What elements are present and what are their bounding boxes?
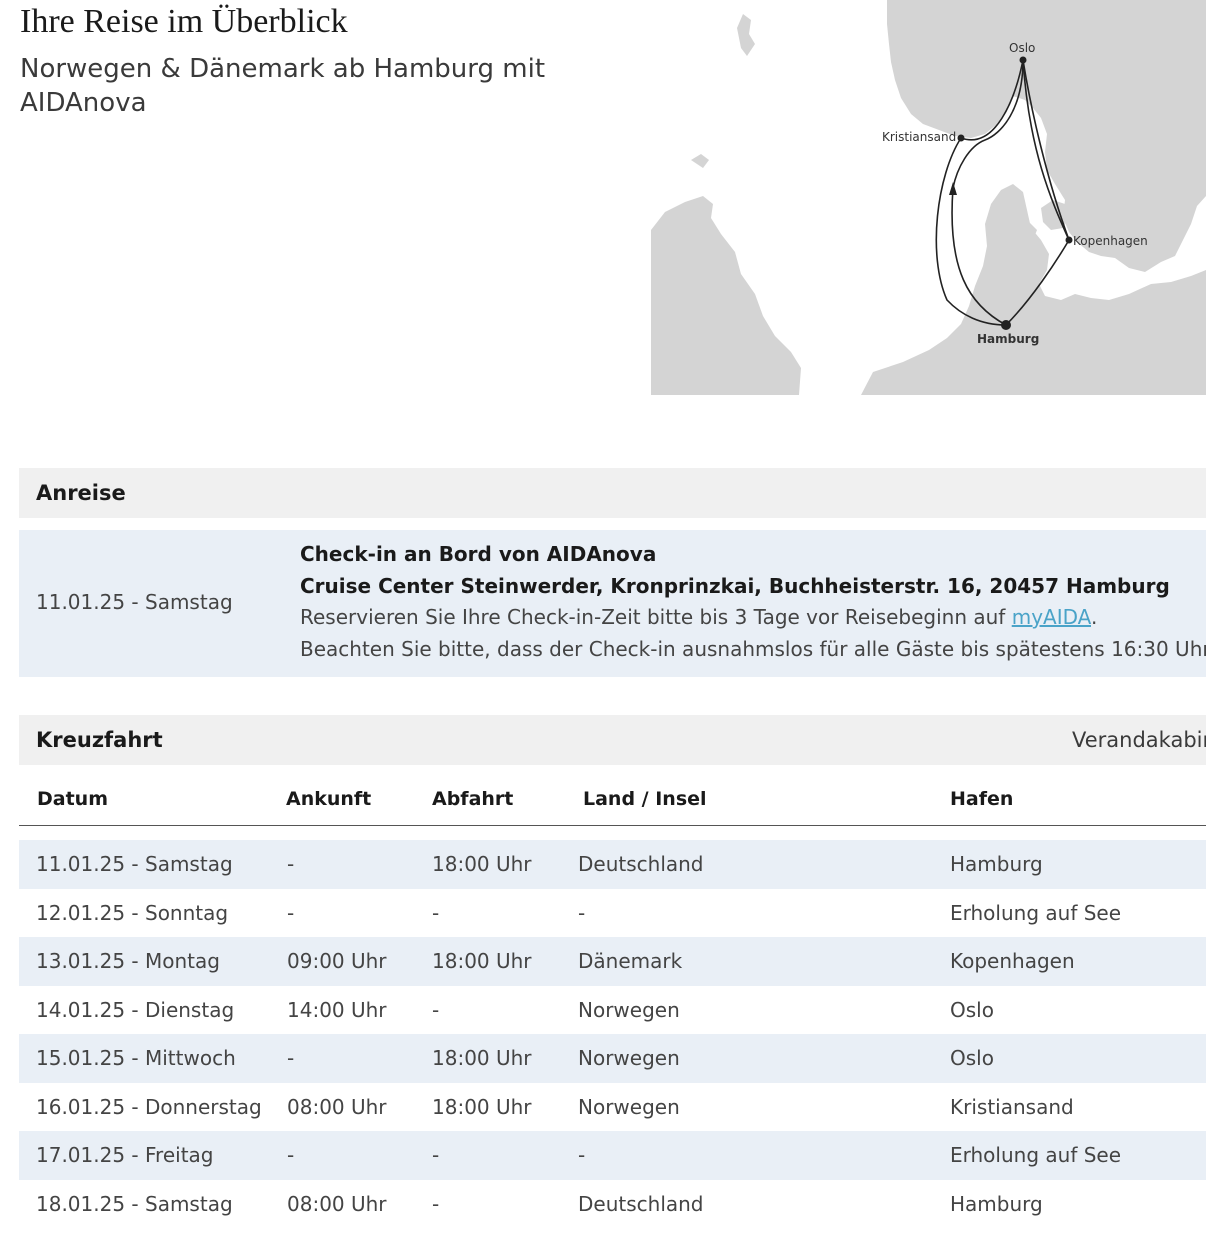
- cell-port: Oslo: [950, 997, 994, 1022]
- cell-port: Oslo: [950, 1046, 994, 1070]
- page-title: Ihre Reise im Überblick: [20, 3, 348, 40]
- table-row: 11.01.25 - Samstag - 18:00 Uhr Deutschla…: [19, 840, 1206, 889]
- port-label-kristiansand: Kristiansand: [882, 130, 956, 144]
- cell-country: Norwegen: [578, 1046, 680, 1070]
- cell-departure: 18:00 Uhr: [432, 1046, 532, 1070]
- cell-departure: -: [432, 997, 440, 1022]
- checkin-deadline-note: Beachten Sie bitte, dass der Check-in au…: [300, 636, 1206, 661]
- cell-country: Norwegen: [578, 1094, 680, 1119]
- anreise-info: Check-in an Bord von AIDAnova Cruise Cen…: [300, 539, 1206, 665]
- cell-country: Norwegen: [578, 997, 680, 1022]
- cell-date: 17.01.25 - Freitag: [36, 1143, 214, 1167]
- reservation-note-text: Reservieren Sie Ihre Check-in-Zeit bitte…: [300, 605, 1012, 629]
- table-row: 16.01.25 - Donnerstag 08:00 Uhr 18:00 Uh…: [19, 1083, 1206, 1132]
- anreise-heading: Anreise: [36, 481, 126, 505]
- cell-port: Hamburg: [950, 1191, 1043, 1216]
- cell-arrival: 09:00 Uhr: [287, 949, 387, 973]
- cell-arrival: 08:00 Uhr: [287, 1094, 387, 1119]
- kreuzfahrt-header: Kreuzfahrt Verandakabin: [19, 715, 1206, 765]
- cell-arrival: 08:00 Uhr: [287, 1191, 387, 1216]
- cell-port: Kristiansand: [950, 1094, 1074, 1119]
- table-row: 13.01.25 - Montag 09:00 Uhr 18:00 Uhr Dä…: [19, 937, 1206, 986]
- cell-date: 11.01.25 - Samstag: [36, 852, 233, 876]
- column-header-departure: Abfahrt: [432, 788, 514, 810]
- checkin-reservation-note: Reservieren Sie Ihre Check-in-Zeit bitte…: [300, 602, 1206, 634]
- port-marker-hamburg: [1001, 320, 1011, 330]
- cell-port: Erholung auf See: [950, 900, 1122, 925]
- itinerary-table-body: 11.01.25 - Samstag - 18:00 Uhr Deutschla…: [19, 840, 1206, 1228]
- cell-departure: -: [432, 1143, 440, 1167]
- column-header-date: Datum: [37, 788, 108, 810]
- column-header-country: Land / Insel: [583, 788, 707, 810]
- checkin-ship: Check-in an Bord von AIDAnova: [300, 542, 657, 566]
- table-row: 14.01.25 - Dienstag 14:00 Uhr - Norwegen…: [19, 986, 1206, 1035]
- checkin-address: Cruise Center Steinwerder, Kronprinzkai,…: [300, 573, 1170, 598]
- port-marker-kopenhagen: [1065, 236, 1073, 244]
- reservation-note-end: .: [1091, 605, 1098, 629]
- cell-country: -: [578, 1143, 586, 1167]
- cell-date: 14.01.25 - Dienstag: [36, 997, 235, 1022]
- anreise-header: Anreise: [19, 468, 1206, 518]
- cell-departure: -: [432, 1191, 440, 1216]
- table-row: 12.01.25 - Sonntag - - - Erholung auf Se…: [19, 889, 1206, 938]
- cell-arrival: -: [287, 900, 295, 925]
- cell-departure: 18:00 Uhr: [432, 1094, 532, 1119]
- cell-port: Erholung auf See: [950, 1143, 1122, 1167]
- cell-date: 15.01.25 - Mittwoch: [36, 1046, 236, 1070]
- route-map: Oslo Kristiansand Kopenhagen Hamburg: [651, 0, 1206, 395]
- cell-country: -: [578, 900, 586, 925]
- route-map-svg: Oslo Kristiansand Kopenhagen Hamburg: [651, 0, 1206, 395]
- cell-departure: -: [432, 900, 440, 925]
- cell-departure: 18:00 Uhr: [432, 852, 532, 876]
- cell-arrival: -: [287, 852, 295, 876]
- cell-date: 18.01.25 - Samstag: [36, 1191, 233, 1216]
- cell-port: Kopenhagen: [950, 949, 1075, 973]
- cell-country: Deutschland: [578, 1191, 704, 1216]
- page-subtitle: Norwegen & Dänemark ab Hamburg mit AIDAn…: [20, 54, 546, 118]
- myaida-link[interactable]: myAIDA: [1012, 605, 1091, 629]
- cabin-type: Verandakabin: [1072, 728, 1206, 752]
- anreise-row: 11.01.25 - Samstag Check-in an Bord von …: [19, 530, 1206, 677]
- table-row: 15.01.25 - Mittwoch - 18:00 Uhr Norwegen…: [19, 1034, 1206, 1083]
- port-label-oslo: Oslo: [1009, 41, 1035, 55]
- cell-country: Deutschland: [578, 852, 704, 876]
- cell-date: 12.01.25 - Sonntag: [36, 900, 229, 925]
- port-label-hamburg: Hamburg: [977, 332, 1039, 346]
- anreise-date: 11.01.25 - Samstag: [36, 590, 233, 614]
- port-label-kopenhagen: Kopenhagen: [1073, 234, 1148, 248]
- cell-departure: 18:00 Uhr: [432, 949, 532, 973]
- table-row: 18.01.25 - Samstag 08:00 Uhr - Deutschla…: [19, 1180, 1206, 1229]
- port-marker-kristiansand: [957, 134, 965, 142]
- kreuzfahrt-heading: Kreuzfahrt: [36, 728, 163, 752]
- cell-date: 13.01.25 - Montag: [36, 949, 220, 973]
- cell-arrival: -: [287, 1046, 295, 1070]
- cell-port: Hamburg: [950, 852, 1043, 876]
- column-header-port: Hafen: [950, 788, 1014, 810]
- column-header-arrival: Ankunft: [286, 788, 372, 810]
- cell-date: 16.01.25 - Donnerstag: [36, 1094, 262, 1119]
- itinerary-table-header: Datum Ankunft Abfahrt Land / Insel Hafen: [19, 773, 1206, 826]
- cell-country: Dänemark: [578, 949, 683, 973]
- table-row: 17.01.25 - Freitag - - - Erholung auf Se…: [19, 1131, 1206, 1180]
- cell-arrival: 14:00 Uhr: [287, 997, 387, 1022]
- port-marker-oslo: [1019, 56, 1027, 64]
- cell-arrival: -: [287, 1143, 295, 1167]
